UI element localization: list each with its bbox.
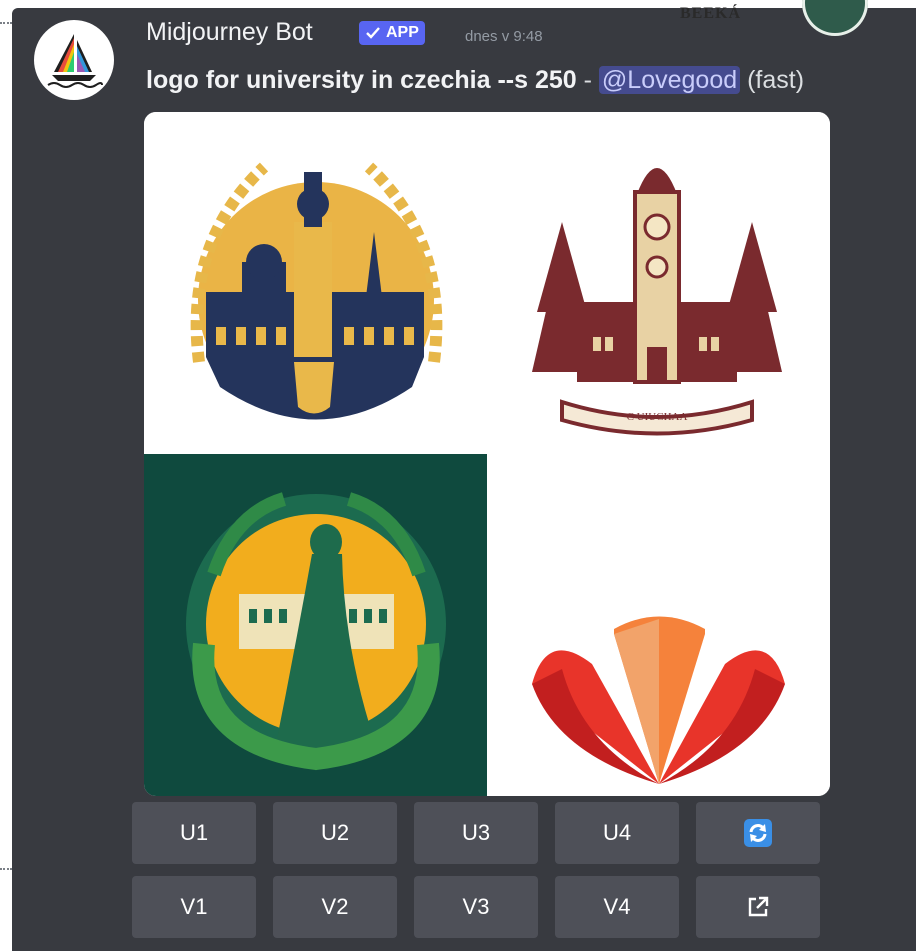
image-tile-2[interactable]: C UIUCHAA xyxy=(487,112,830,454)
clock-tower-emblem-image: C UIUCHAA xyxy=(532,168,782,436)
open-in-browser-button[interactable] xyxy=(696,876,820,938)
image-grid[interactable]: C UIUCHAA xyxy=(144,112,830,796)
author-name[interactable]: Midjourney Bot xyxy=(146,18,313,47)
dotted-guide-bottom xyxy=(0,868,12,870)
timestamp[interactable]: dnes v 9:48 xyxy=(465,28,543,45)
checkmark-icon xyxy=(366,27,380,39)
upscale-button-4[interactable]: U4 xyxy=(555,802,679,864)
avatar[interactable] xyxy=(34,20,114,100)
woman-wreath-illustration-image xyxy=(186,492,446,771)
variation-button-1[interactable]: V1 xyxy=(132,876,256,938)
upscale-button-2[interactable]: U2 xyxy=(273,802,397,864)
cropped-corner-text: BEEKÁ xyxy=(680,5,742,22)
emblem-banner-text: C UIUCHAA xyxy=(627,411,688,423)
castle-crest-image xyxy=(190,162,443,420)
app-badge: APP xyxy=(359,21,425,45)
abstract-v-logo-image xyxy=(532,616,785,784)
prompt-separator: - xyxy=(583,66,592,94)
image-tile-4[interactable] xyxy=(487,454,830,796)
prompt-line: logo for university in czechia --s 250 -… xyxy=(146,66,804,95)
external-link-icon xyxy=(748,896,769,917)
upscale-button-1[interactable]: U1 xyxy=(132,802,256,864)
dotted-guide-top xyxy=(0,22,12,24)
cropped-corner-seal xyxy=(802,0,868,36)
image-tile-1[interactable] xyxy=(144,112,487,454)
image-tile-3[interactable] xyxy=(144,454,487,796)
app-badge-label: APP xyxy=(386,24,419,41)
upscale-button-3[interactable]: U3 xyxy=(414,802,538,864)
prompt-text: logo for university in czechia --s 250 xyxy=(146,66,577,94)
user-mention[interactable]: @Lovegood xyxy=(598,66,741,94)
refresh-icon xyxy=(744,819,772,847)
variation-button-3[interactable]: V3 xyxy=(414,876,538,938)
sailboat-logo-icon xyxy=(47,34,103,88)
chat-message-area: BEEKÁ Midjourney Bot APP dnes v 9:48 log… xyxy=(12,0,916,951)
reroll-button[interactable] xyxy=(696,802,820,864)
generation-mode: (fast) xyxy=(747,66,805,94)
variation-button-2[interactable]: V2 xyxy=(273,876,397,938)
variation-button-4[interactable]: V4 xyxy=(555,876,679,938)
